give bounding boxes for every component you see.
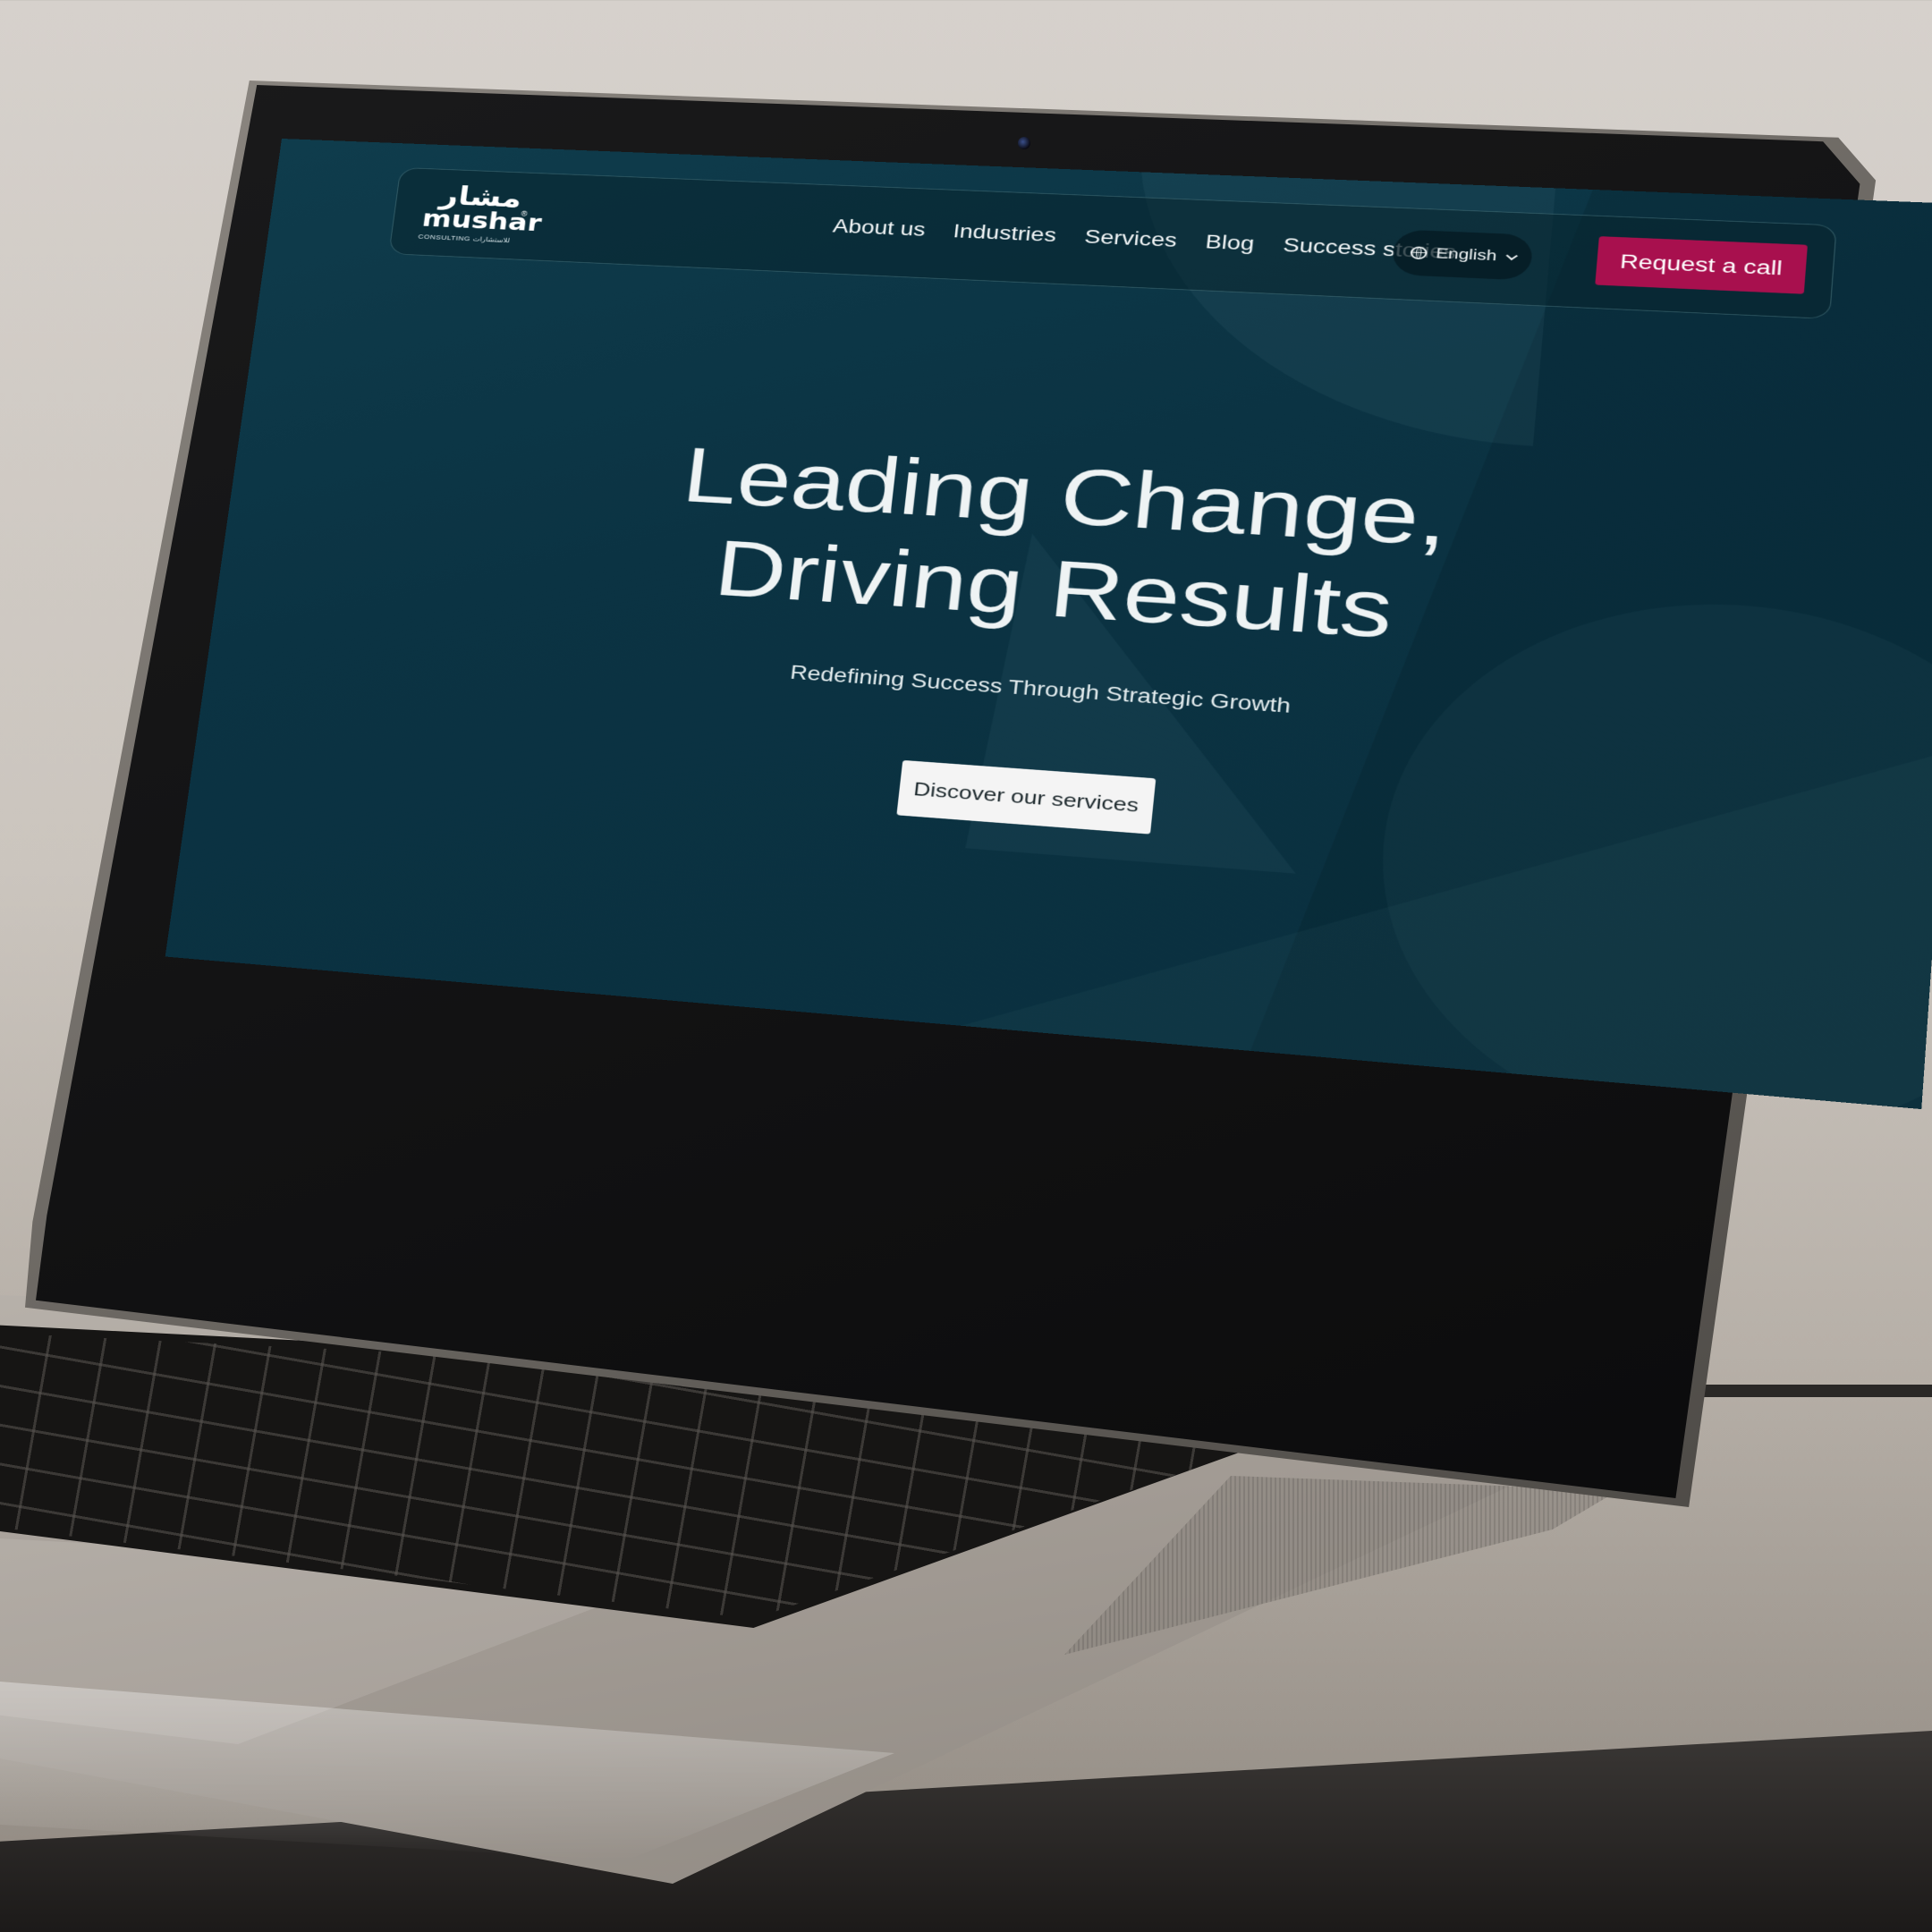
language-selector[interactable]: English [1391,229,1534,281]
desk-cable [1699,1385,1932,1397]
nav-link-blog[interactable]: Blog [1204,232,1256,256]
webcam-icon [1018,137,1030,149]
brand-logo[interactable]: مشار mushar ® CONSULTING للاستشارات [415,181,547,250]
website-screen: مشار mushar ® CONSULTING للاستشارات Abou… [165,139,1932,1110]
language-label: English [1435,245,1498,264]
nav-link-industries[interactable]: Industries [952,221,1057,247]
nav-link-services[interactable]: Services [1083,226,1178,252]
chevron-down-icon [1506,250,1519,260]
globe-icon [1409,246,1428,260]
main-nav: About us Industries Services Blog Succes… [832,216,1457,264]
logo-registered: ® [521,210,528,218]
request-call-button[interactable]: Request a call [1595,236,1808,294]
nav-link-about-us[interactable]: About us [832,216,927,241]
site-header: مشار mushar ® CONSULTING للاستشارات Abou… [388,167,1837,319]
